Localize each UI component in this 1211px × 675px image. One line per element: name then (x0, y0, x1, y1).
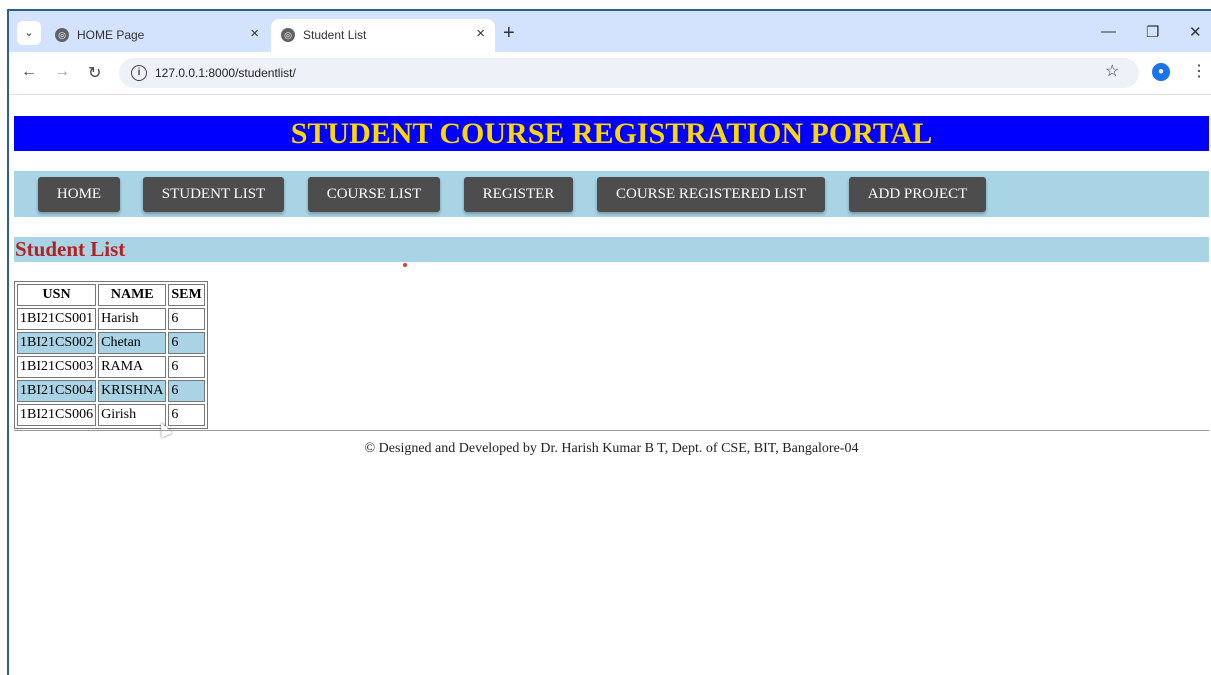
globe-icon: ◎ (55, 28, 69, 42)
table-row: 1BI21CS002 Chetan 6 (17, 332, 205, 354)
nav-course-list-button[interactable]: COURSE LIST (308, 177, 440, 212)
profile-avatar-icon[interactable]: ● (1152, 63, 1170, 81)
minimize-icon[interactable]: — (1101, 23, 1116, 40)
cell-usn: 1BI21CS002 (17, 332, 97, 354)
table-header-row: USN NAME SEM (17, 284, 205, 306)
cell-name: Chetan (98, 332, 167, 354)
new-tab-plus-icon[interactable]: + (503, 22, 515, 45)
footer-divider (14, 430, 1209, 431)
tab-search-chevron-icon[interactable]: ⌄ (17, 21, 41, 45)
main-nav: HOME STUDENT LIST COURSE LIST REGISTER C… (14, 171, 1209, 217)
cell-sem: 6 (168, 356, 205, 378)
url-text: 127.0.0.1:8000/studentlist/ (155, 66, 296, 80)
portal-banner: STUDENT COURSE REGISTRATION PORTAL (14, 116, 1209, 151)
cell-usn: 1BI21CS004 (17, 380, 97, 402)
student-table: USN NAME SEM 1BI21CS001 Harish 6 1BI21CS… (14, 281, 208, 429)
window-left-border (7, 9, 9, 675)
forward-arrow-icon[interactable]: → (54, 63, 70, 81)
section-header: Student List (14, 237, 1209, 262)
table-row: 1BI21CS004 KRISHNA 6 (17, 380, 205, 402)
nav-course-registered-list-button[interactable]: COURSE REGISTERED LIST (597, 177, 825, 212)
red-dot-marker (403, 263, 407, 267)
back-arrow-icon[interactable]: ← (21, 63, 37, 81)
address-bar[interactable]: i 127.0.0.1:8000/studentlist/ (119, 58, 1139, 88)
bookmark-star-icon[interactable]: ☆ (1105, 61, 1119, 81)
cell-sem: 6 (168, 404, 205, 426)
portal-title: STUDENT COURSE REGISTRATION PORTAL (290, 117, 933, 150)
column-header-name: NAME (98, 284, 167, 306)
browser-tab-strip: ⌄ ◎ HOME Page × ◎ Student List × + — ❐ ✕ (9, 11, 1211, 52)
close-icon[interactable]: × (250, 25, 259, 42)
nav-student-list-button[interactable]: STUDENT LIST (143, 177, 284, 212)
nav-register-button[interactable]: REGISTER (464, 177, 573, 212)
footer-credit: © Designed and Developed by Dr. Harish K… (364, 441, 859, 456)
table-row: 1BI21CS006 Girish 6 (17, 404, 205, 426)
cell-name: KRISHNA (98, 380, 167, 402)
cell-sem: 6 (168, 308, 205, 330)
tab-title: HOME Page (77, 28, 145, 42)
close-window-icon[interactable]: ✕ (1189, 23, 1202, 41)
site-info-icon[interactable]: i (131, 65, 147, 81)
column-header-usn: USN (17, 284, 97, 306)
cell-usn: 1BI21CS001 (17, 308, 97, 330)
globe-icon: ◎ (281, 28, 295, 42)
cell-usn: 1BI21CS003 (17, 356, 97, 378)
cell-usn: 1BI21CS006 (17, 404, 97, 426)
menu-dots-icon[interactable]: ⋮ (1191, 61, 1207, 81)
browser-toolbar: ← → ↻ i 127.0.0.1:8000/studentlist/ ☆ ● … (9, 52, 1211, 95)
cell-sem: 6 (168, 332, 205, 354)
column-header-sem: SEM (168, 284, 205, 306)
nav-add-project-button[interactable]: ADD PROJECT (849, 177, 986, 212)
reload-icon[interactable]: ↻ (88, 63, 101, 83)
restore-icon[interactable]: ❐ (1146, 23, 1159, 41)
page-title: Student List (15, 237, 126, 261)
cell-name: RAMA (98, 356, 167, 378)
close-icon[interactable]: × (476, 25, 485, 42)
nav-home-button[interactable]: HOME (38, 177, 120, 212)
table-row: 1BI21CS003 RAMA 6 (17, 356, 205, 378)
cell-sem: 6 (168, 380, 205, 402)
table-row: 1BI21CS001 Harish 6 (17, 308, 205, 330)
tab-student-list[interactable]: ◎ Student List × (271, 19, 495, 52)
tab-home-page[interactable]: ◎ HOME Page × (45, 19, 269, 52)
cell-name: Harish (98, 308, 167, 330)
cell-name: Girish (98, 404, 167, 426)
tab-title: Student List (303, 28, 367, 42)
